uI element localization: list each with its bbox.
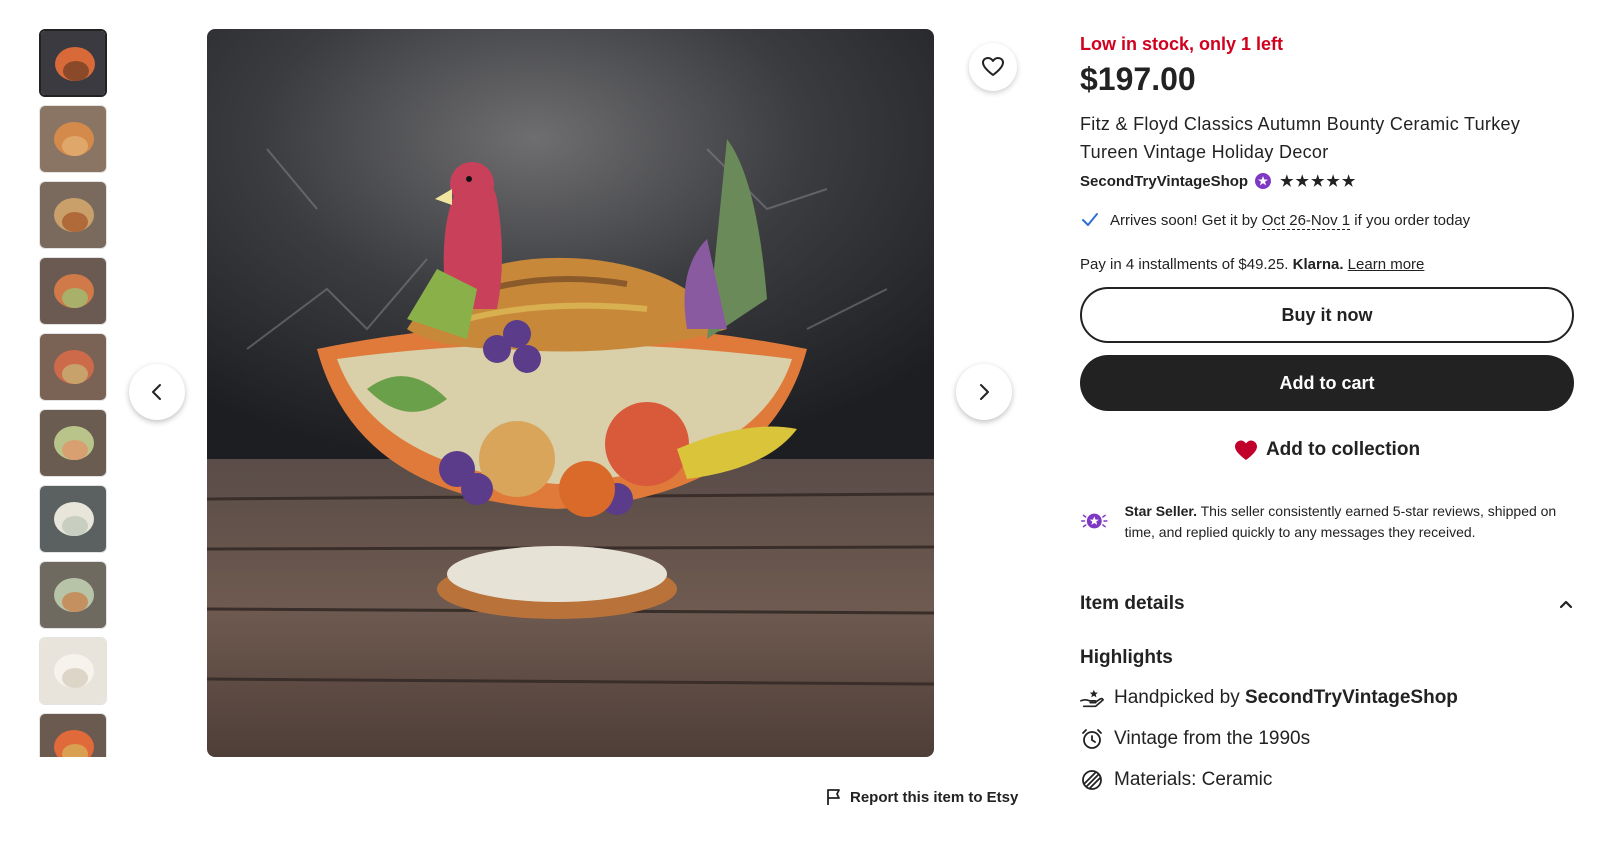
- thumbnail-9[interactable]: [39, 637, 107, 705]
- report-item-label: Report this item to Etsy: [850, 788, 1019, 806]
- thumbnail-2[interactable]: [39, 105, 107, 173]
- chevron-right-icon: [980, 384, 989, 400]
- arrival-date[interactable]: Oct 26-Nov 1: [1261, 211, 1351, 230]
- item-details-label: Item details: [1080, 593, 1185, 614]
- checkmark-icon: [1082, 213, 1098, 226]
- report-item-link[interactable]: Report this item to Etsy: [826, 788, 1018, 806]
- heart-filled-icon: [1234, 440, 1257, 460]
- thumbnail-5[interactable]: [39, 333, 107, 401]
- stock-status: Low in stock, only 1 left: [1080, 34, 1284, 54]
- previous-image-button[interactable]: [129, 364, 185, 420]
- thumbnail-image-detail: [62, 364, 88, 384]
- thumbnail-10[interactable]: [39, 713, 107, 757]
- thumbnail-3[interactable]: [39, 181, 107, 249]
- seller-row: SecondTryVintageShop ★★★★★: [1080, 172, 1574, 191]
- thumbnail-image-detail: [62, 440, 88, 460]
- chevron-left-icon: [152, 384, 161, 400]
- klarna-logo: Klarna.: [1292, 256, 1344, 273]
- shop-name-link[interactable]: SecondTryVintageShop: [1080, 173, 1248, 190]
- highlight-vintage: Vintage from the 1990s: [1080, 727, 1574, 751]
- star-seller-info: Star Seller. This seller consistently ea…: [1080, 501, 1574, 543]
- handpicked-shop-link[interactable]: SecondTryVintageShop: [1245, 687, 1458, 708]
- star-seller-badge-icon: [1255, 173, 1272, 189]
- thumbnail-7[interactable]: [39, 485, 107, 553]
- thumbnail-image-detail: [62, 516, 88, 536]
- star-seller-title: Star Seller.: [1124, 503, 1197, 519]
- thumbnail-4[interactable]: [39, 257, 107, 325]
- thumbnail-image-detail: [62, 592, 88, 612]
- thumbnail-image-detail: [63, 61, 89, 81]
- thumbnail-8[interactable]: [39, 561, 107, 629]
- add-to-collection-button[interactable]: Add to collection: [1080, 439, 1574, 461]
- thumbnail-strip: [39, 29, 107, 757]
- flag-icon: [827, 789, 840, 805]
- materials-text: Materials: Ceramic: [1114, 769, 1273, 790]
- alarm-clock-icon: [1082, 729, 1102, 749]
- price: $197.00: [1080, 61, 1196, 97]
- highlight-handpicked: Handpicked by SecondTryVintageShop: [1080, 686, 1574, 710]
- materials-icon: [1082, 770, 1102, 790]
- arrival-suffix: if you order today: [1354, 211, 1471, 229]
- heart-outline-icon: [982, 57, 1004, 76]
- favorite-button[interactable]: [969, 43, 1017, 91]
- thumbnail-1[interactable]: [39, 29, 107, 97]
- arrival-prefix: Arrives soon! Get it by: [1110, 211, 1258, 229]
- handpicked-prefix: Handpicked by: [1114, 687, 1240, 708]
- buy-it-now-button[interactable]: Buy it now: [1080, 287, 1574, 343]
- add-to-collection-label: Add to collection: [1265, 439, 1421, 460]
- learn-more-link[interactable]: Learn more: [1348, 256, 1425, 273]
- installments-text: Pay in 4 installments of $49.25.: [1080, 256, 1289, 273]
- thumbnail-image-detail: [62, 288, 88, 308]
- chevron-up-icon: [1559, 600, 1573, 609]
- arrival-estimate: Arrives soon! Get it by Oct 26-Nov 1 if …: [1080, 210, 1574, 230]
- installments-info: Pay in 4 installments of $49.25. Klarna.…: [1080, 256, 1574, 273]
- highlights-heading: Highlights: [1080, 647, 1173, 668]
- add-to-cart-button[interactable]: Add to cart: [1080, 355, 1574, 411]
- turkey-tureen-photo: [207, 29, 934, 757]
- main-product-image: [207, 29, 934, 757]
- thumbnail-image-detail: [62, 212, 88, 232]
- vintage-text: Vintage from the 1990s: [1114, 728, 1311, 749]
- thumbnail-image-detail: [62, 136, 88, 156]
- thumbnail-image-detail: [62, 744, 88, 757]
- thumbnail-image-detail: [62, 668, 88, 688]
- star-seller-icon: [1081, 513, 1108, 529]
- rating-stars[interactable]: ★★★★★: [1280, 172, 1357, 190]
- product-title: Fitz & Floyd Classics Autumn Bounty Cera…: [1080, 114, 1521, 162]
- item-details-toggle[interactable]: Item details: [1080, 593, 1574, 615]
- product-info-panel: Low in stock, only 1 left $197.00 Fitz &…: [1080, 34, 1574, 792]
- next-image-button[interactable]: [956, 364, 1012, 420]
- highlight-materials: Materials: Ceramic: [1080, 768, 1574, 792]
- thumbnail-6[interactable]: [39, 409, 107, 477]
- hand-picked-icon: [1080, 689, 1104, 708]
